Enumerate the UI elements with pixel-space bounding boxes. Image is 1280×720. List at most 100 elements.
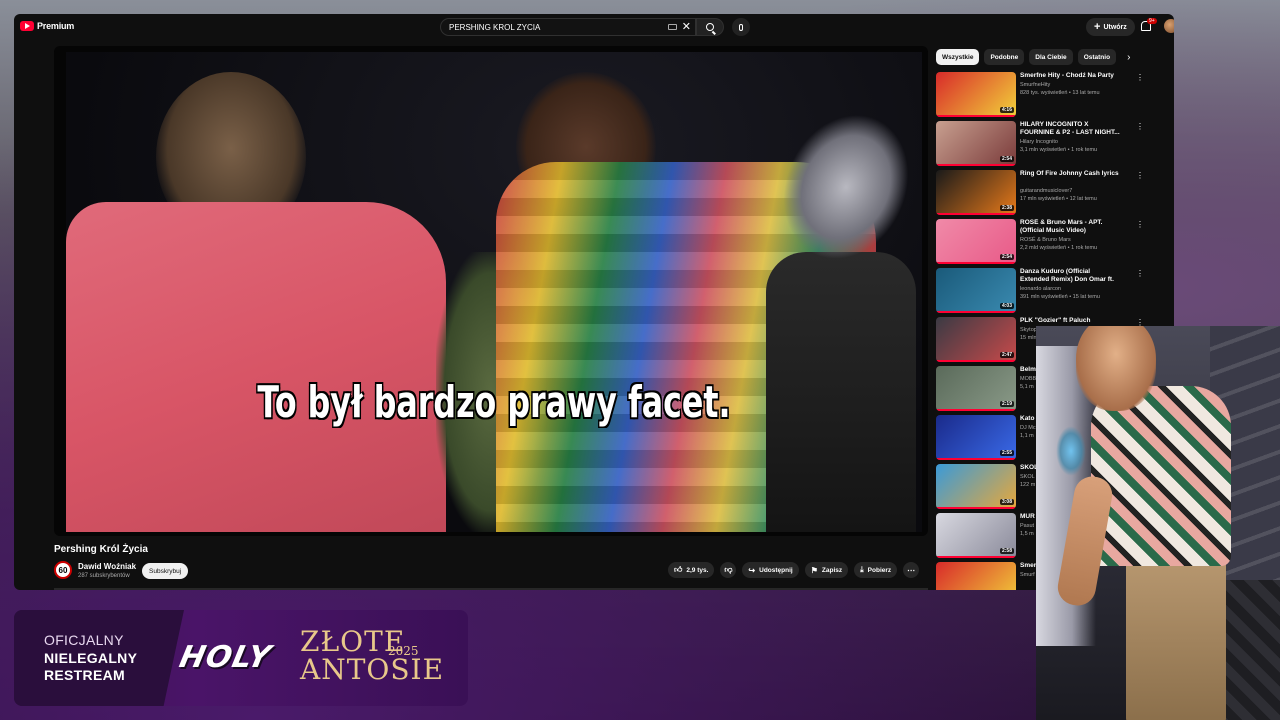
search-box: ✕ xyxy=(440,18,696,36)
save-button[interactable]: ⚑ Zapisz xyxy=(804,562,849,578)
youtube-window: Premium ✕ + Utwórz 9+ xyxy=(14,14,1174,590)
more-vertical-icon[interactable]: ⋮ xyxy=(1136,270,1144,278)
thumbs-down-icon: 👎︎ xyxy=(724,565,733,574)
recommendation-thumbnail[interactable]: 2:54 xyxy=(936,219,1016,264)
download-button[interactable]: ⤓ Pobierz xyxy=(854,562,898,578)
like-button[interactable]: 👍︎ 2,9 tys. xyxy=(668,562,715,578)
youtube-logo[interactable]: Premium xyxy=(20,21,74,31)
recommendation-channel[interactable]: Pasut xyxy=(1020,523,1034,529)
thumbs-up-icon: 👍︎ xyxy=(674,565,683,574)
recommendation-title[interactable]: ROSÉ & Bruno Mars - APT. (Official Music… xyxy=(1020,219,1120,235)
recommendation-channel[interactable]: Hilary Incognito xyxy=(1020,139,1058,145)
microphone-icon xyxy=(739,23,743,31)
recommendation-thumbnail[interactable]: 2:38 xyxy=(936,170,1016,215)
recommendation-channel[interactable]: SKOL xyxy=(1020,474,1035,480)
branding-line-1: OFICJALNY xyxy=(44,632,124,648)
streamer-shirt xyxy=(1091,386,1231,566)
topbar: Premium ✕ + Utwórz 9+ xyxy=(14,14,1174,40)
recommendation-channel[interactable]: DJ Mc xyxy=(1020,425,1036,431)
recommendation-thumbnail[interactable]: 4:16 xyxy=(936,72,1016,117)
bookmark-icon: ⚑ xyxy=(810,565,818,575)
clear-search-icon[interactable]: ✕ xyxy=(682,21,691,33)
more-actions-button[interactable]: ⋯ xyxy=(903,562,920,578)
recommendation-item[interactable]: 4:16 Smerfne Hity - Chodź Na Party Smurfne… xyxy=(936,70,1166,119)
video-duration: 3:08 xyxy=(999,499,1014,505)
search-icon xyxy=(706,23,714,31)
video-duration: 2:19 xyxy=(999,401,1014,407)
branding-line-3: RESTREAM xyxy=(44,667,125,683)
recommendation-item[interactable]: 2:38 Ring Of Fire Johnny Cash lyrics guita… xyxy=(936,168,1166,217)
recommendation-thumbnail[interactable]: 2:54 xyxy=(936,121,1016,166)
recommendation-title[interactable]: PLK "Gozier" ft Paluch xyxy=(1020,317,1120,325)
chip-related[interactable]: Podobne xyxy=(984,49,1025,65)
more-vertical-icon[interactable]: ⋮ xyxy=(1136,172,1144,180)
logo-text: Premium xyxy=(37,21,75,31)
recommendation-title[interactable]: Ring Of Fire Johnny Cash lyrics xyxy=(1020,170,1120,178)
dislike-button[interactable]: 👎︎ xyxy=(720,562,737,578)
recommendation-channel[interactable]: leonardo alarcon xyxy=(1020,286,1061,292)
branding-line-2: NIELEGALNY xyxy=(44,650,138,666)
video-player[interactable]: To był bardzo prawy facet. xyxy=(54,46,928,536)
recommendation-item[interactable]: 2:54 ROSÉ & Bruno Mars - APT. (Official M… xyxy=(936,217,1166,266)
recommendation-title[interactable]: Danza Kuduro (Official Extended Remix) D… xyxy=(1020,268,1120,284)
stream-branding: OFICJALNY NIELEGALNY RESTREAM HOLY ZŁOTE… xyxy=(14,610,468,706)
recommendation-channel[interactable]: guitarandmusiclover7 xyxy=(1020,188,1072,194)
save-label: Zapisz xyxy=(821,566,843,574)
watch-progress-bar xyxy=(936,115,1016,117)
search-button[interactable] xyxy=(696,18,724,36)
watch-progress-bar xyxy=(936,556,1016,558)
notifications-badge: 9+ xyxy=(1147,18,1157,24)
recommendation-channel[interactable]: Skytop xyxy=(1020,327,1037,333)
chevron-right-icon[interactable]: › xyxy=(1127,52,1130,63)
recommendation-channel[interactable]: Smurf xyxy=(1020,572,1035,578)
voice-search-button[interactable] xyxy=(732,18,750,36)
subscribe-button[interactable]: Subskrybuj xyxy=(142,563,189,579)
recommendation-thumbnail[interactable]: 2:58 xyxy=(936,513,1016,558)
recommendation-thumbnail[interactable]: 3:08 xyxy=(936,464,1016,509)
account-avatar[interactable] xyxy=(1164,19,1174,33)
recommendation-meta: 17 mln wyświetleń • 12 lat temu xyxy=(1020,196,1097,202)
like-count: 2,9 tys. xyxy=(686,566,709,574)
keyboard-icon[interactable] xyxy=(668,24,677,30)
video-actions: 👍︎ 2,9 tys. 👎︎ ↪ Udostępnij ⚑ Zapisz ⤓ P… xyxy=(668,562,920,578)
chip-recent[interactable]: Ostatnio xyxy=(1077,49,1117,65)
recommendation-meta: 391 mln wyświetleń • 15 lat temu xyxy=(1020,294,1100,300)
antosie-logo-text: ANTOSIE xyxy=(300,653,445,686)
recommendation-title[interactable]: Smerfne Hity - Chodź Na Party xyxy=(1020,72,1120,80)
create-label: Utwórz xyxy=(1103,23,1127,31)
channel-name[interactable]: Dawid Woźniak xyxy=(78,562,136,571)
recommendation-channel[interactable]: SmurfneHity xyxy=(1020,82,1050,88)
recommendation-title[interactable]: HILARY INCOGNITO X FOURNINE & P2 - LAST … xyxy=(1020,121,1120,137)
recommendation-channel[interactable]: MOBB xyxy=(1020,376,1036,382)
recommendation-meta: 2,2 mld wyświetleń • 1 rok temu xyxy=(1020,245,1098,251)
channel-avatar[interactable]: 60 xyxy=(54,561,72,579)
video-duration: 2:54 xyxy=(999,254,1014,260)
create-button[interactable]: + Utwórz xyxy=(1086,18,1135,36)
recommendation-thumbnail[interactable]: 2:47 xyxy=(936,317,1016,362)
recommendation-thumbnail[interactable]: 2:55 xyxy=(936,415,1016,460)
recommendation-meta: 122 m xyxy=(1020,482,1036,488)
recommendation-thumbnail[interactable]: 2:19 xyxy=(936,366,1016,411)
recommendation-thumbnail[interactable] xyxy=(936,562,1016,590)
video-duration: 4:03 xyxy=(999,303,1014,309)
recommendation-channel[interactable]: ROSÉ & Bruno Mars xyxy=(1020,237,1071,243)
recommendation-meta: 828 tys. wyświetleń • 13 lat temu xyxy=(1020,90,1100,96)
search-input[interactable] xyxy=(449,22,649,32)
video-frame[interactable]: To był bardzo prawy facet. xyxy=(66,52,922,532)
recommendation-item[interactable]: 4:03 Danza Kuduro (Official Extended Remi… xyxy=(936,266,1166,315)
recommendation-meta: 1,5 m xyxy=(1020,531,1034,537)
chip-all[interactable]: Wszystkie xyxy=(936,49,980,65)
watch-progress-bar xyxy=(936,507,1016,509)
watch-progress-bar xyxy=(936,409,1016,411)
more-vertical-icon[interactable]: ⋮ xyxy=(1136,74,1144,82)
recommendation-item[interactable]: 2:54 HILARY INCOGNITO X FOURNINE & P2 - L… xyxy=(936,119,1166,168)
watch-progress-bar xyxy=(936,213,1016,215)
share-button[interactable]: ↪ Udostępnij xyxy=(742,562,799,578)
video-duration: 2:58 xyxy=(999,548,1014,554)
video-duration: 2:38 xyxy=(999,205,1014,211)
more-vertical-icon[interactable]: ⋮ xyxy=(1136,123,1144,131)
recommendation-thumbnail[interactable]: 4:03 xyxy=(936,268,1016,313)
more-vertical-icon[interactable]: ⋮ xyxy=(1136,221,1144,229)
chip-for-you[interactable]: Dla Ciebie xyxy=(1029,49,1073,65)
watch-progress-bar xyxy=(936,262,1016,264)
